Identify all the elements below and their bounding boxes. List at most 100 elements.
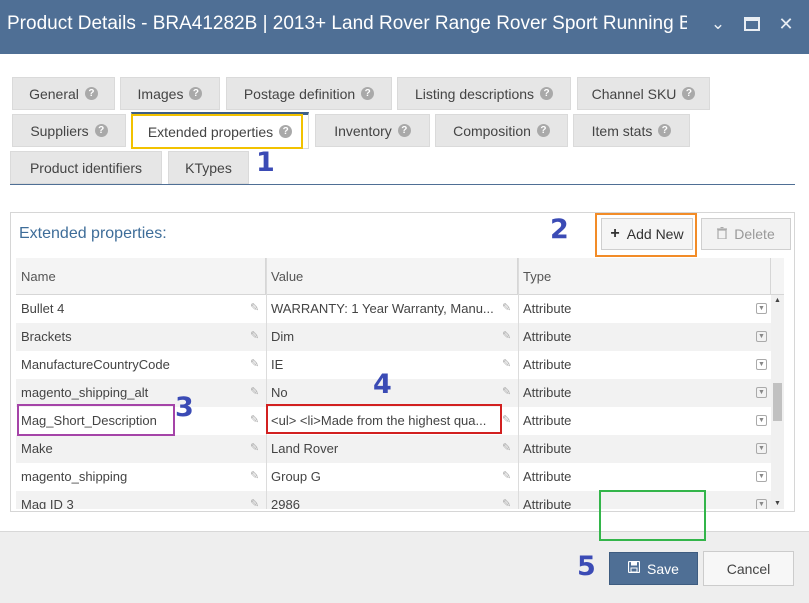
value-cell[interactable]: Land Rover xyxy=(266,435,516,463)
tab-label: General xyxy=(29,85,79,102)
tab-general[interactable]: General? xyxy=(12,77,115,110)
table-row[interactable]: magento_shipping_alt No Attribute ✎ ✎ ▼ xyxy=(16,379,784,407)
table-row[interactable]: magento_shipping Group G Attribute ✎ ✎ ▼ xyxy=(16,463,784,491)
tab-listing-descriptions[interactable]: Listing descriptions? xyxy=(397,77,571,110)
dropdown-icon[interactable]: ▼ xyxy=(756,303,767,314)
cancel-button[interactable]: Cancel xyxy=(703,551,794,586)
value-cell[interactable]: WARRANTY: 1 Year Warranty, Manu... xyxy=(266,295,516,323)
edit-icon[interactable]: ✎ xyxy=(250,358,262,370)
name-cell[interactable]: magento_shipping_alt xyxy=(16,379,266,407)
edit-icon[interactable]: ✎ xyxy=(250,330,262,342)
floppy-disk-icon xyxy=(627,560,641,576)
save-button[interactable]: Save xyxy=(609,552,698,585)
add-new-button[interactable]: + Add New xyxy=(601,218,693,250)
edit-icon[interactable]: ✎ xyxy=(502,302,514,314)
value-cell[interactable]: <ul> <li>Made from the highest qua... xyxy=(266,407,516,435)
properties-grid: Name Value Type Bullet 4 WARRANTY: 1 Year… xyxy=(16,258,784,509)
tab-ktypes[interactable]: KTypes xyxy=(168,151,249,184)
scroll-down-icon[interactable]: ▼ xyxy=(771,500,784,507)
dropdown-icon[interactable]: ▼ xyxy=(756,387,767,398)
name-cell[interactable]: Mag ID 3 xyxy=(16,491,266,509)
tab-label: Composition xyxy=(453,122,531,139)
type-cell[interactable]: Attribute xyxy=(518,295,768,323)
help-icon: ? xyxy=(84,87,98,100)
tabs-underline xyxy=(10,184,795,185)
edit-icon[interactable]: ✎ xyxy=(502,414,514,426)
name-cell[interactable]: Make xyxy=(16,435,266,463)
column-header-value[interactable]: Value xyxy=(266,258,518,295)
value-cell[interactable]: Dim xyxy=(266,323,516,351)
edit-icon[interactable]: ✎ xyxy=(502,330,514,342)
edit-icon[interactable]: ✎ xyxy=(502,470,514,482)
tab-label: KTypes xyxy=(185,159,232,176)
column-divider xyxy=(518,258,519,509)
tab-product-identifiers[interactable]: Product identifiers xyxy=(10,151,162,184)
table-row[interactable]: Brackets Dim Attribute ✎ ✎ ▼ xyxy=(16,323,784,351)
dropdown-icon[interactable]: ▼ xyxy=(756,443,767,454)
column-header-type[interactable]: Type xyxy=(518,258,771,295)
tab-item-stats[interactable]: Item stats? xyxy=(573,114,690,147)
trash-icon xyxy=(717,226,728,242)
table-row[interactable]: Make Land Rover Attribute ✎ ✎ ▼ xyxy=(16,435,784,463)
type-cell[interactable]: Attribute xyxy=(518,407,768,435)
annotation-number-1: 1 xyxy=(256,147,275,178)
edit-icon[interactable]: ✎ xyxy=(250,498,262,509)
tab-extended-properties[interactable]: Extended properties? xyxy=(131,112,309,149)
add-new-label: Add New xyxy=(626,226,684,242)
name-cell[interactable]: Mag_Short_Description xyxy=(16,407,266,435)
plus-icon: + xyxy=(610,225,620,242)
table-row[interactable]: Mag_Short_Description <ul> <li>Made from … xyxy=(16,407,784,435)
edit-icon[interactable]: ✎ xyxy=(502,358,514,370)
name-cell[interactable]: Brackets xyxy=(16,323,266,351)
edit-icon[interactable]: ✎ xyxy=(250,302,262,314)
grid-scrollbar[interactable]: ▲ ▼ xyxy=(771,295,784,509)
column-header-name[interactable]: Name xyxy=(16,258,266,295)
tab-label: Postage definition xyxy=(243,85,356,102)
dropdown-icon[interactable]: ▼ xyxy=(756,415,767,426)
tab-postage-definition[interactable]: Postage definition? xyxy=(226,77,392,110)
tab-label: Images xyxy=(137,85,184,102)
panel-title: Extended properties: xyxy=(19,225,167,242)
edit-icon[interactable]: ✎ xyxy=(250,414,262,426)
name-cell[interactable]: Bullet 4 xyxy=(16,295,266,323)
dropdown-icon[interactable]: ▼ xyxy=(756,359,767,370)
tab-channel-sku[interactable]: Channel SKU? xyxy=(577,77,710,110)
dropdown-icon[interactable]: ▼ xyxy=(756,471,767,482)
close-icon[interactable]: ✕ xyxy=(775,13,797,35)
tab-suppliers[interactable]: Suppliers? xyxy=(12,114,126,147)
tab-inventory[interactable]: Inventory? xyxy=(315,114,430,147)
type-cell[interactable]: Attribute xyxy=(518,323,768,351)
tab-composition[interactable]: Composition? xyxy=(435,114,568,147)
delete-button[interactable]: Delete xyxy=(701,218,791,250)
edit-icon[interactable]: ✎ xyxy=(250,470,262,482)
dropdown-icon[interactable]: ▼ xyxy=(756,331,767,342)
chevron-down-icon[interactable]: ⌄ xyxy=(707,13,729,35)
table-row[interactable]: Bullet 4 WARRANTY: 1 Year Warranty, Manu.… xyxy=(16,295,784,323)
edit-icon[interactable]: ✎ xyxy=(502,498,514,509)
scroll-up-icon[interactable]: ▲ xyxy=(771,297,784,304)
value-cell[interactable]: Group G xyxy=(266,463,516,491)
edit-icon[interactable]: ✎ xyxy=(502,442,514,454)
tab-label: Extended properties xyxy=(147,123,274,140)
window-title: Product Details - BRA41282B | 2013+ Land… xyxy=(7,13,687,34)
table-row[interactable]: Mag ID 3 2986 Attribute ✎ ✎ ▼ xyxy=(16,491,784,509)
edit-icon[interactable]: ✎ xyxy=(502,386,514,398)
type-cell[interactable]: Attribute xyxy=(518,435,768,463)
value-cell[interactable]: 2986 xyxy=(266,491,516,509)
annotation-number-4: 4 xyxy=(373,369,392,400)
edit-icon[interactable]: ✎ xyxy=(250,442,262,454)
name-cell[interactable]: ManufactureCountryCode xyxy=(16,351,266,379)
type-cell[interactable]: Attribute xyxy=(518,491,768,509)
type-cell[interactable]: Attribute xyxy=(518,351,768,379)
dropdown-icon[interactable]: ▼ xyxy=(756,499,767,509)
dialog-content: General? Images? Postage definition? Lis… xyxy=(0,54,809,531)
maximize-icon[interactable] xyxy=(741,13,763,35)
table-row[interactable]: ManufactureCountryCode IE Attribute ✎ ✎ ▼ xyxy=(16,351,784,379)
extended-properties-panel: Extended properties: + Add New Delete Nam… xyxy=(10,212,795,512)
tab-images[interactable]: Images? xyxy=(120,77,220,110)
edit-icon[interactable]: ✎ xyxy=(250,386,262,398)
type-cell[interactable]: Attribute xyxy=(518,379,768,407)
type-cell[interactable]: Attribute xyxy=(518,463,768,491)
scrollbar-thumb[interactable] xyxy=(773,383,782,421)
name-cell[interactable]: magento_shipping xyxy=(16,463,266,491)
